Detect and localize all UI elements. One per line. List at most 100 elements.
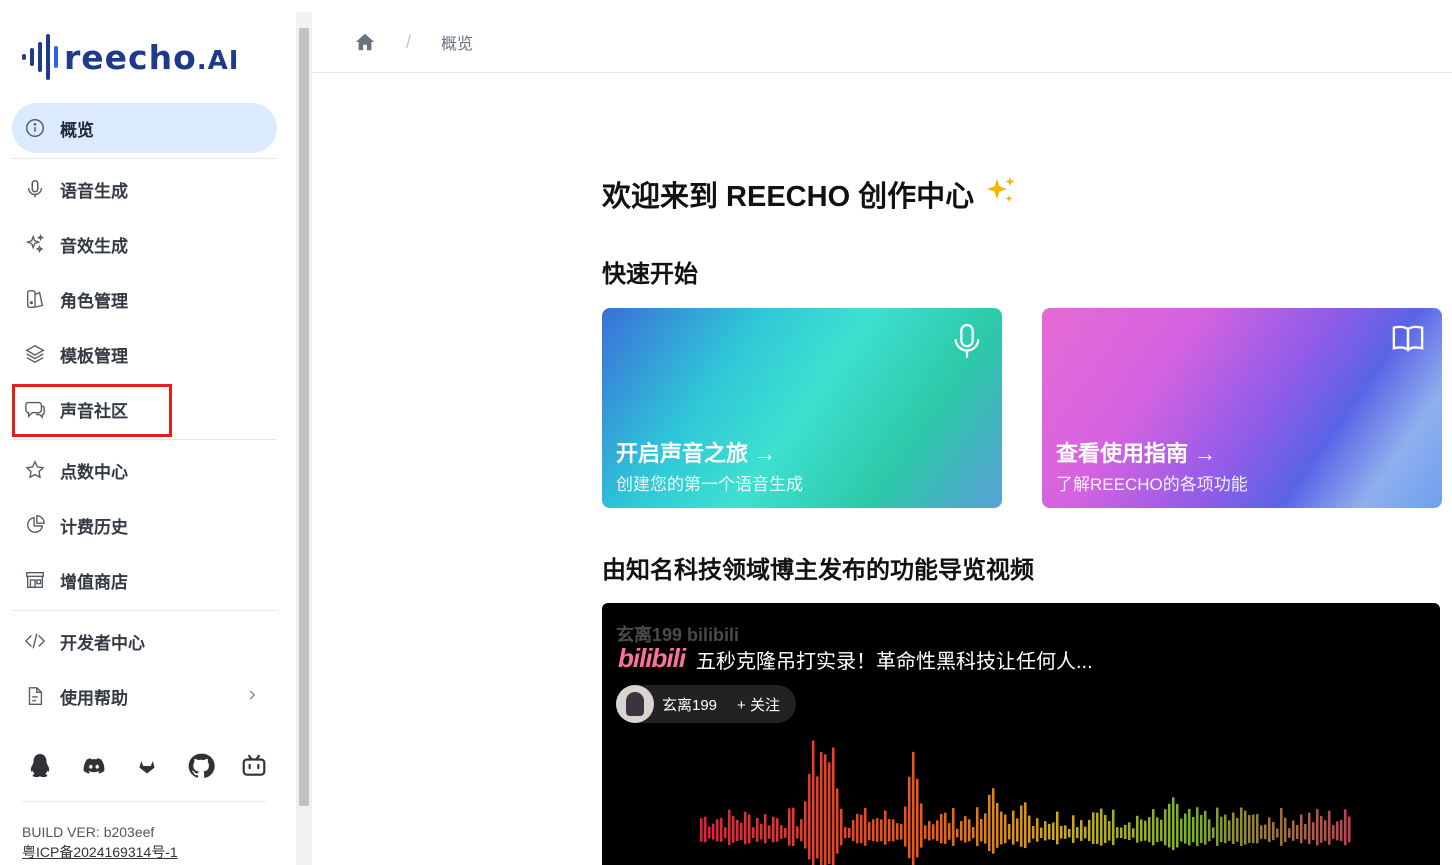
waveform-bar	[1196, 807, 1199, 847]
sidebar-item-developer[interactable]: 开发者中心	[12, 616, 277, 666]
bilibili-icon[interactable]	[236, 748, 272, 784]
waveform-bar	[1172, 797, 1175, 851]
sidebar-item-overview[interactable]: 概览	[12, 103, 277, 153]
sidebar-item-speech[interactable]: 语音生成	[12, 164, 277, 214]
waveform-bar	[1328, 810, 1331, 845]
waveform-bar	[972, 827, 975, 839]
sidebar-scrollbar-thumb[interactable]	[299, 28, 309, 806]
waveform-bar	[1152, 809, 1155, 846]
waveform-bar	[868, 821, 871, 841]
waveform-bar	[812, 740, 815, 865]
discord-icon[interactable]	[76, 748, 112, 784]
logo-suffix: .AI	[196, 45, 240, 76]
waveform-bar	[840, 808, 843, 846]
waveform-bar	[1256, 814, 1259, 844]
avatar	[616, 685, 654, 723]
waveform-bar	[700, 818, 703, 842]
waveform-bar	[788, 808, 791, 846]
waveform-bar	[1228, 820, 1231, 841]
gitlab-icon[interactable]	[129, 748, 165, 784]
waveform-bar	[744, 811, 747, 845]
card-start-voice[interactable]: 开启声音之旅 → 创建您的第一个语音生成	[602, 308, 1002, 508]
waveform-bar	[816, 776, 819, 859]
waveform-bar	[1268, 817, 1271, 843]
waveform-bar	[1140, 819, 1143, 842]
waveform-bar	[1164, 809, 1167, 846]
sidebar-item-help[interactable]: 使用帮助	[12, 671, 277, 721]
waveform-bar	[916, 778, 919, 858]
video-author-chip[interactable]: 玄离199 + 关注	[616, 685, 796, 723]
card-usage-guide[interactable]: 查看使用指南 → 了解REECHO的各项功能	[1042, 308, 1442, 508]
main-content: 欢迎来到 REECHO 创作中心 快速开始 开启声音之旅 → 创建您的第一个语音…	[602, 170, 1442, 865]
waveform-bar	[1168, 803, 1171, 848]
waveform-bar	[1304, 823, 1307, 840]
info-icon	[24, 117, 46, 139]
waveform-bar	[784, 827, 787, 838]
build-info: BUILD VER: b203eef 粤ICP备2024169314号-1	[22, 822, 178, 862]
waveform-bar	[764, 814, 767, 844]
icp-link[interactable]: 粤ICP备2024169314号-1	[22, 842, 178, 862]
waveform-bar	[976, 807, 979, 847]
waveform-bar	[1048, 823, 1051, 840]
microphone-icon	[950, 322, 984, 360]
waveform-bar	[1148, 817, 1151, 843]
qq-icon[interactable]	[22, 748, 58, 784]
sidebar-item-roles[interactable]: 角色管理	[12, 274, 277, 324]
sidebar-item-label: 声音社区	[60, 401, 128, 421]
waveform-bar	[1280, 807, 1283, 846]
video-title[interactable]: 五秒克隆吊打实录！革命性黑科技让任何人...	[696, 645, 1093, 674]
waveform-bar	[1204, 810, 1207, 845]
sidebar-item-points[interactable]: 点数中心	[12, 445, 277, 495]
waveform-bar	[1224, 814, 1227, 844]
waveform-bar	[996, 803, 999, 848]
video-player[interactable]: 玄离199 bilibili bilibili 五秒克隆吊打实录！革命性黑科技让…	[602, 603, 1440, 865]
sidebar-item-label: 音效生成	[60, 236, 128, 256]
waveform-bar	[1064, 825, 1067, 839]
waveform-bar	[1124, 824, 1127, 840]
waveform-bar	[860, 814, 863, 844]
waveform-bar	[1136, 815, 1139, 843]
bilibili-logo: bilibili	[618, 643, 686, 673]
sidebar-item-sfx[interactable]: 音效生成	[12, 219, 277, 269]
sidebar-item-label: 增值商店	[60, 572, 128, 592]
sidebar-item-templates[interactable]: 模板管理	[12, 329, 277, 379]
waveform-bar	[832, 747, 835, 865]
sidebar-item-label: 概览	[60, 120, 94, 140]
sidebar-item-community[interactable]: 声音社区	[12, 384, 277, 434]
waveform-bar	[1004, 814, 1007, 844]
waveform-bar	[892, 819, 895, 842]
waveform-bar	[1212, 827, 1215, 839]
brand-logo[interactable]: reecho.AI	[22, 30, 239, 84]
waveform-bar	[1236, 817, 1239, 842]
waveform-bar	[876, 818, 879, 842]
waveform-bar	[1116, 827, 1119, 839]
waveform-bar	[1100, 808, 1103, 846]
waveform-bar	[776, 818, 779, 842]
card-subtitle: 了解REECHO的各项功能	[1056, 475, 1248, 494]
waveform-bar	[1016, 818, 1019, 842]
sidebar-item-label: 使用帮助	[60, 688, 128, 708]
waveform-bar	[1316, 809, 1319, 846]
waveform-bar	[720, 817, 723, 842]
waveform-bar	[1000, 811, 1003, 845]
waveform-bar	[1104, 814, 1107, 844]
waveform-bar	[1052, 822, 1055, 841]
sidebar-item-store[interactable]: 增值商店	[12, 555, 277, 605]
sidebar-item-billing[interactable]: 计费历史	[12, 500, 277, 550]
waveform-bar	[856, 814, 859, 844]
waveform-bar	[1272, 822, 1275, 841]
divider	[12, 610, 277, 611]
card-subtitle: 创建您的第一个语音生成	[616, 475, 803, 494]
waveform-bar	[1348, 816, 1351, 843]
sidebar-item-label: 语音生成	[60, 181, 128, 201]
waveform-bar	[1060, 825, 1063, 839]
waveform-bar	[1088, 819, 1091, 842]
home-icon[interactable]	[354, 31, 376, 53]
waveform-bar	[900, 823, 903, 840]
microphone-icon	[24, 178, 46, 200]
waveform-bar	[964, 816, 967, 843]
video-author-name: 玄离199	[662, 696, 718, 714]
waveform-bar	[828, 762, 831, 865]
github-icon[interactable]	[183, 748, 219, 784]
follow-button[interactable]: + 关注	[737, 694, 780, 715]
